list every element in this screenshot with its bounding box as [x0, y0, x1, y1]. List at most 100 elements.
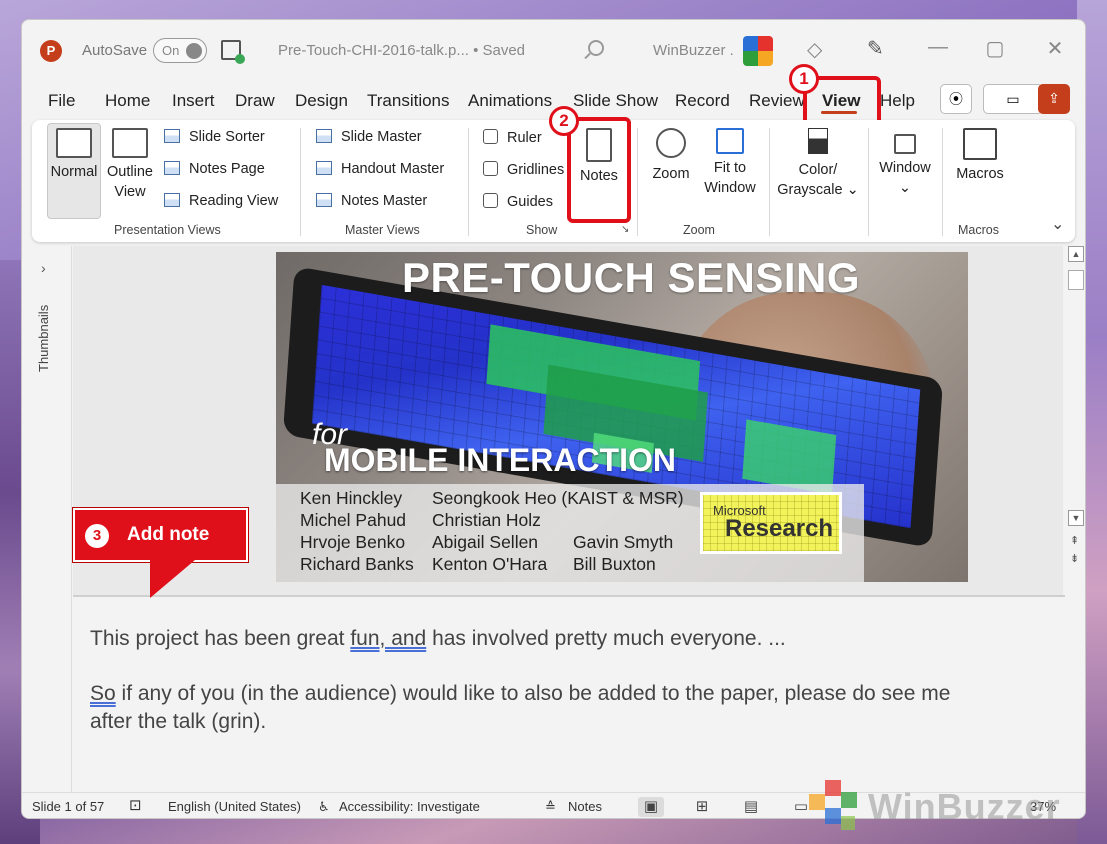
- author: Christian Holz: [432, 510, 541, 530]
- scroll-thumb[interactable]: [1068, 270, 1084, 290]
- tab-review[interactable]: Review: [749, 91, 805, 111]
- reading-view-button[interactable]: Reading View: [164, 193, 278, 209]
- handout-master-label: Handout Master: [341, 161, 445, 177]
- collapse-ribbon-button[interactable]: ⌄: [1051, 214, 1064, 234]
- zoom-button[interactable]: Zoom: [644, 128, 698, 184]
- user-name[interactable]: WinBuzzer .: [653, 42, 734, 59]
- guides-checkbox-box: [483, 193, 498, 208]
- tab-transitions[interactable]: Transitions: [367, 91, 450, 111]
- notes-status-icon[interactable]: ≙: [545, 799, 556, 815]
- notes-pane[interactable]: This project has been great fun, and has…: [73, 597, 1065, 792]
- group-label-presentation-views: Presentation Views: [114, 223, 221, 237]
- scroll-up-arrow[interactable]: ▲: [1068, 246, 1084, 262]
- window-dropdown-arrow: ⌄: [898, 180, 912, 196]
- author: Bill Buxton: [573, 554, 656, 574]
- tab-home[interactable]: Home: [105, 91, 150, 111]
- ribbon: Normal Outline View Slide Sorter Notes P…: [32, 106, 1075, 242]
- fit-to-window-label-2: Window: [704, 180, 756, 196]
- normal-view-button[interactable]: Normal: [46, 128, 102, 182]
- designer-pen-icon[interactable]: ✎: [867, 36, 884, 61]
- reading-view-icon: [164, 193, 180, 207]
- slide-title[interactable]: PRE-TOUCH SENSING: [276, 254, 968, 302]
- normal-view-status-icon[interactable]: ▣: [638, 797, 664, 817]
- macros-label: Macros: [956, 166, 1004, 182]
- accessibility-icon[interactable]: ♿: [318, 799, 330, 815]
- slide-subtitle[interactable]: MOBILE INTERACTION: [324, 442, 676, 479]
- color-grayscale-button[interactable]: Color/ Grayscale ⌄: [772, 128, 864, 200]
- fit-to-window-icon: [716, 128, 744, 154]
- minimize-button[interactable]: —: [926, 36, 950, 59]
- language-status[interactable]: English (United States): [168, 799, 301, 814]
- macros-icon: [963, 128, 997, 160]
- previous-slide-icon[interactable]: ⇞: [1070, 534, 1079, 547]
- close-button[interactable]: ✕: [1043, 36, 1067, 61]
- group-label-zoom: Zoom: [683, 223, 715, 237]
- slide-canvas[interactable]: PRE-TOUCH SENSING for MOBILE INTERACTION…: [276, 252, 968, 582]
- notes-master-button[interactable]: Notes Master: [316, 193, 427, 209]
- outline-view-icon: [112, 128, 148, 158]
- vertical-scrollbar[interactable]: ▲ ▼ ⇞ ⇟: [1065, 246, 1085, 792]
- autosave-label: AutoSave: [82, 42, 148, 59]
- comments-button[interactable]: ▭: [983, 84, 1043, 114]
- notes-status-button[interactable]: Notes: [568, 799, 602, 814]
- normal-view-icon: [56, 128, 92, 158]
- zoom-icon: [656, 128, 686, 158]
- record-button[interactable]: ⦿: [940, 84, 972, 114]
- search-icon[interactable]: [588, 40, 604, 56]
- notes-page-button[interactable]: Notes Page: [164, 161, 265, 177]
- tab-slide-show[interactable]: Slide Show: [573, 91, 658, 111]
- group-separator: [868, 128, 869, 236]
- author: Ken Hinckley: [300, 488, 403, 508]
- tab-file[interactable]: File: [48, 91, 75, 111]
- notes-master-label: Notes Master: [341, 193, 428, 209]
- diamond-icon[interactable]: ◇: [807, 37, 822, 62]
- show-dialog-launcher[interactable]: ↘: [621, 224, 629, 235]
- slide-master-button[interactable]: Slide Master: [316, 129, 422, 145]
- group-separator: [468, 128, 469, 236]
- window-button[interactable]: Window ⌄: [874, 128, 936, 198]
- next-slide-icon[interactable]: ⇟: [1070, 552, 1079, 565]
- outline-view-button[interactable]: Outline View: [102, 128, 158, 202]
- gridlines-checkbox[interactable]: Gridlines: [483, 161, 564, 178]
- guides-checkbox[interactable]: Guides: [483, 193, 553, 210]
- ruler-checkbox[interactable]: Ruler: [483, 129, 542, 146]
- tab-draw[interactable]: Draw: [235, 91, 275, 111]
- winbuzzer-logo-icon: [809, 780, 857, 830]
- avatar[interactable]: [743, 36, 773, 66]
- tab-design[interactable]: Design: [295, 91, 348, 111]
- reading-view-status-icon[interactable]: ▤: [738, 797, 764, 817]
- group-separator: [769, 128, 770, 236]
- slide-sorter-status-icon[interactable]: ⊞: [689, 797, 715, 817]
- save-icon[interactable]: [221, 40, 245, 64]
- document-title[interactable]: Pre-Touch-CHI-2016-talk.p... • Saved: [278, 42, 525, 59]
- callout-text: Add note: [127, 524, 210, 545]
- callout-pointer: [150, 560, 195, 598]
- color-label-2: Grayscale ⌄: [777, 182, 859, 198]
- handout-master-icon: [316, 161, 332, 175]
- accessibility-status[interactable]: Accessibility: Investigate: [339, 799, 480, 814]
- tab-help[interactable]: Help: [880, 91, 915, 111]
- fit-to-window-label-1: Fit to: [713, 160, 747, 176]
- powerpoint-app-icon[interactable]: P: [40, 40, 62, 62]
- slide-sorter-button[interactable]: Slide Sorter: [164, 129, 265, 145]
- handout-master-button[interactable]: Handout Master: [316, 161, 444, 177]
- tab-animations[interactable]: Animations: [468, 91, 552, 111]
- add-note-callout: 3 Add note: [73, 508, 248, 562]
- tab-record[interactable]: Record: [675, 91, 730, 111]
- restore-button[interactable]: ▢: [983, 36, 1007, 61]
- color-grayscale-icon: [808, 128, 828, 154]
- expand-thumbnails-icon[interactable]: ›: [41, 260, 46, 276]
- macros-button[interactable]: Macros: [950, 128, 1010, 184]
- autosave-toggle[interactable]: On: [153, 38, 207, 63]
- thumbnails-pane[interactable]: › Thumbnails: [22, 246, 72, 792]
- author: Kenton O'Hara: [432, 554, 548, 574]
- autosave-toggle-text: On: [162, 43, 180, 58]
- share-button[interactable]: ⇪: [1038, 84, 1070, 114]
- slide-counter[interactable]: Slide 1 of 57: [32, 799, 104, 814]
- fit-to-window-button[interactable]: Fit to Window: [700, 128, 760, 198]
- spell-check-icon[interactable]: ⊡: [129, 796, 142, 814]
- tab-insert[interactable]: Insert: [172, 91, 215, 111]
- ruler-checkbox-box: [483, 129, 498, 144]
- scroll-down-arrow[interactable]: ▼: [1068, 510, 1084, 526]
- microsoft-research-logo: Microsoft Research: [700, 492, 842, 554]
